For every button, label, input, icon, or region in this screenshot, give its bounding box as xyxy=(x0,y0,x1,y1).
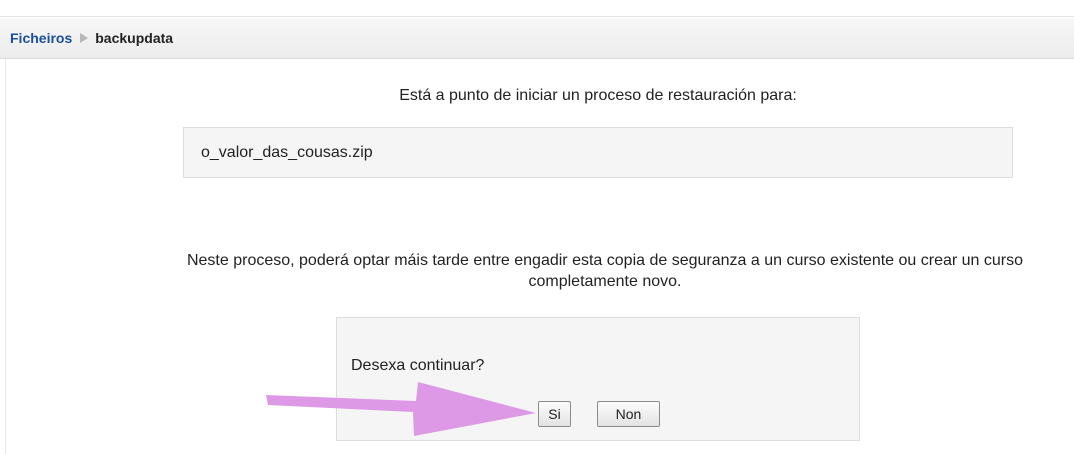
restore-intro-text: Está a punto de iniciar un proceso de re… xyxy=(399,87,797,104)
breadcrumb-link-files[interactable]: Ficheiros xyxy=(10,29,72,47)
restore-explanation: Neste proceso, poderá optar máis tarde e… xyxy=(186,252,1024,290)
page: Ficheiros backupdata Está a punto de ini… xyxy=(0,0,1074,454)
navigation-bar: Ficheiros backupdata xyxy=(0,17,1074,59)
backup-filename: o_valor_das_cousas.zip xyxy=(201,144,373,161)
filename-box: o_valor_das_cousas.zip xyxy=(183,127,1013,178)
confirm-dialog: Desexa continuar? Si Non xyxy=(336,317,860,441)
yes-button[interactable]: Si xyxy=(538,401,571,427)
confirm-question: Desexa continuar? xyxy=(351,357,485,374)
breadcrumb-separator-icon xyxy=(80,33,89,43)
content-border xyxy=(5,59,6,454)
breadcrumb-current: backupdata xyxy=(95,30,174,46)
no-button[interactable]: Non xyxy=(597,401,660,427)
breadcrumb: Ficheiros backupdata xyxy=(10,29,173,47)
